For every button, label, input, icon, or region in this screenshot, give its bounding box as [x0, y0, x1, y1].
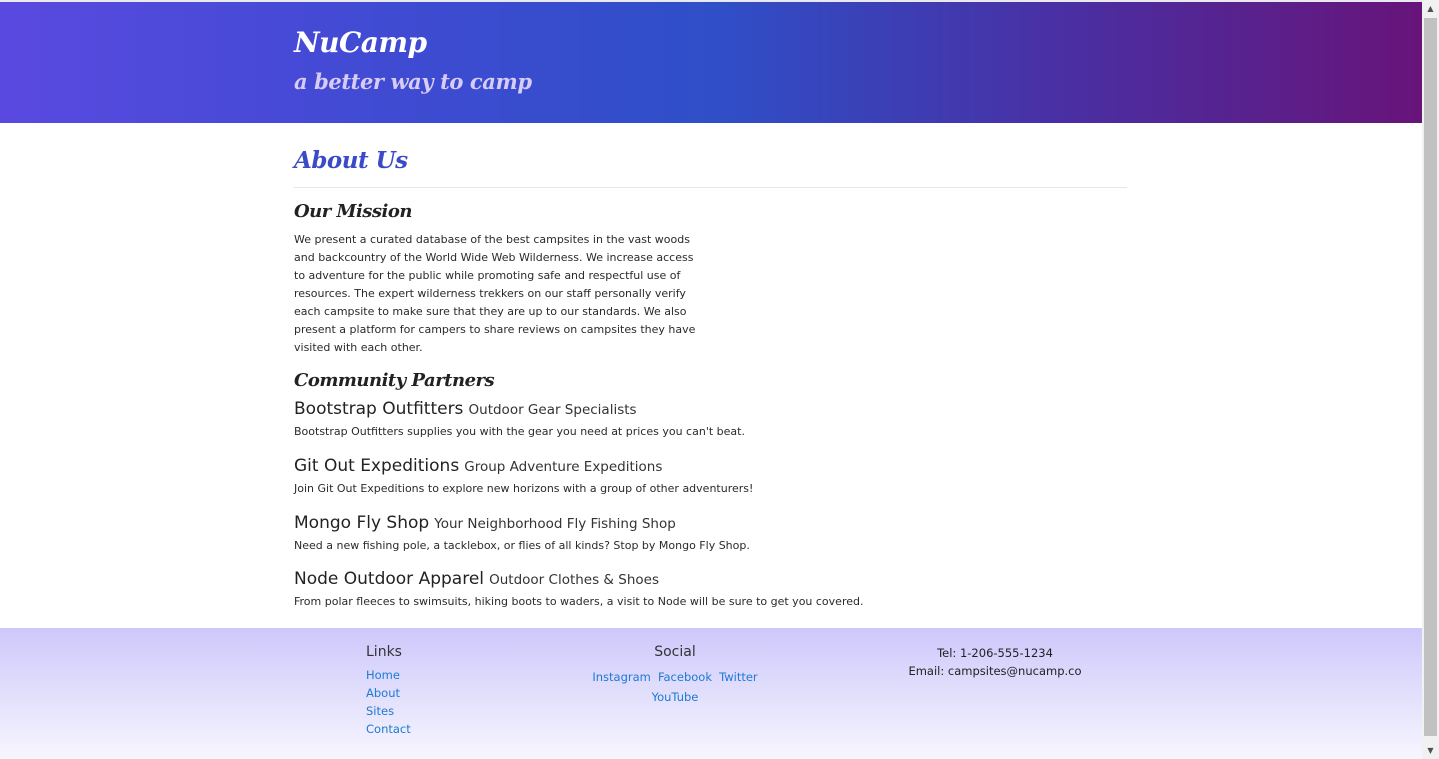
footer-social-heading: Social	[654, 644, 696, 660]
partner-description: From polar fleeces to swimsuits, hiking …	[294, 595, 864, 608]
footer-link-sites[interactable]: Sites	[366, 702, 411, 720]
divider	[294, 187, 1127, 188]
footer-links: Links Home About Sites Contact	[366, 644, 411, 738]
brand-title: NuCamp	[294, 26, 427, 59]
social-link-facebook[interactable]: Facebook	[658, 670, 712, 684]
contact-email: Email: campsites@nucamp.co	[908, 664, 1082, 678]
social-link-instagram[interactable]: Instagram	[592, 670, 651, 684]
partner-name: Bootstrap Outfitters	[294, 399, 464, 419]
scroll-up-arrow-icon[interactable]: ▲	[1422, 0, 1439, 17]
header-jumbotron: NuCamp a better way to camp	[0, 2, 1422, 123]
page-title: About Us	[294, 147, 408, 174]
footer-links-heading: Links	[366, 644, 402, 660]
mission-heading: Our Mission	[294, 201, 412, 222]
partner-description: Need a new fishing pole, a tacklebox, or…	[294, 539, 750, 552]
partner-node-outdoor-apparel: Node Outdoor Apparel Outdoor Clothes & S…	[294, 569, 1127, 608]
vertical-scrollbar[interactable]: ▲ ▼	[1422, 0, 1439, 759]
partner-description: Join Git Out Expeditions to explore new …	[294, 482, 754, 495]
site-footer: Links Home About Sites Contact Social In…	[0, 628, 1422, 759]
partner-tagline: Your Neighborhood Fly Fishing Shop	[434, 516, 676, 532]
partner-description: Bootstrap Outfitters supplies you with t…	[294, 425, 745, 438]
footer-link-contact[interactable]: Contact	[366, 720, 411, 738]
social-link-youtube[interactable]: YouTube	[652, 690, 699, 704]
brand-tagline: a better way to camp	[294, 69, 532, 94]
mission-text: We present a curated database of the bes…	[294, 233, 696, 354]
partner-name: Node Outdoor Apparel	[294, 569, 485, 589]
partners-heading: Community Partners	[294, 370, 495, 391]
footer-social: Social Instagram Facebook Twitter YouTub…	[571, 644, 779, 706]
scrollbar-thumb[interactable]	[1424, 18, 1437, 736]
partner-bootstrap-outfitters: Bootstrap Outfitters Outdoor Gear Specia…	[294, 399, 1127, 438]
partner-tagline: Outdoor Gear Specialists	[468, 402, 637, 418]
page: NuCamp a better way to camp About Us Our…	[0, 0, 1422, 759]
footer-link-about[interactable]: About	[366, 684, 411, 702]
social-link-twitter[interactable]: Twitter	[719, 670, 758, 684]
partner-tagline: Group Adventure Expeditions	[464, 459, 663, 475]
partner-name: Mongo Fly Shop	[294, 513, 430, 533]
partner-mongo-fly-shop: Mongo Fly Shop Your Neighborhood Fly Fis…	[294, 513, 1127, 552]
footer-link-home[interactable]: Home	[366, 666, 411, 684]
footer-contact: Tel: 1-206-555-1234 Email: campsites@nuc…	[900, 644, 1090, 680]
partner-git-out-expeditions: Git Out Expeditions Group Adventure Expe…	[294, 456, 1127, 495]
contact-phone: Tel: 1-206-555-1234	[937, 646, 1053, 660]
scroll-down-arrow-icon[interactable]: ▼	[1422, 742, 1439, 759]
partner-name: Git Out Expeditions	[294, 456, 460, 476]
partner-tagline: Outdoor Clothes & Shoes	[489, 572, 659, 588]
